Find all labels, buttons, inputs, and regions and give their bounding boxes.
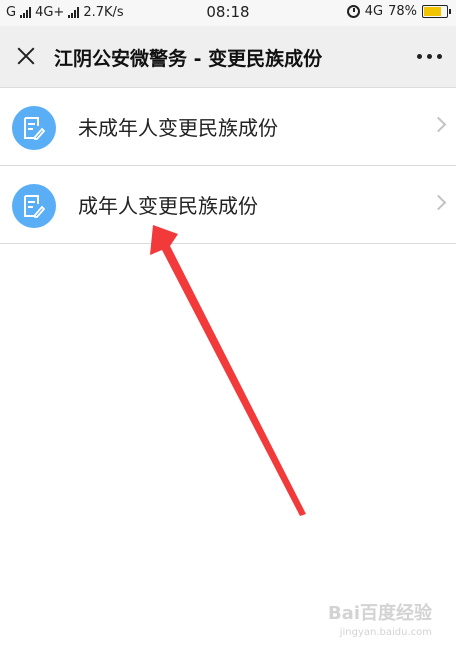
annotation-arrow [150,225,306,516]
watermark-url: jingyan.baidu.com [339,627,432,638]
watermark: Bai百度经验 jingyan.baidu.com [328,599,432,638]
watermark-brand: Bai百度经验 [327,603,432,624]
arrow-shape [150,225,306,516]
